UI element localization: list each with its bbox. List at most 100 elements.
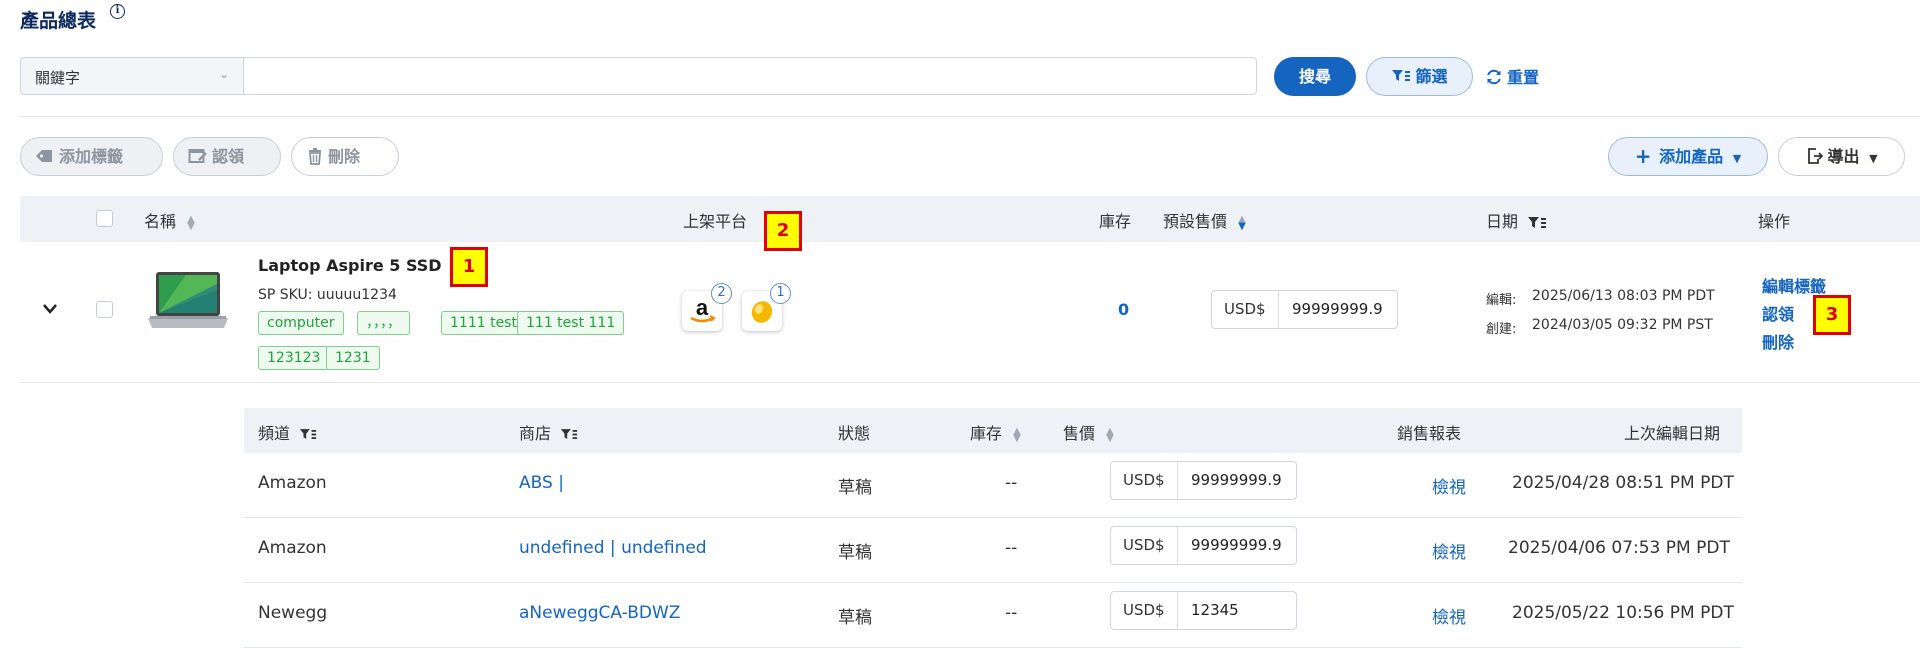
- product-tag: 1111 test: [441, 311, 526, 335]
- filter-icon: [1392, 70, 1411, 81]
- export-icon: [1808, 148, 1824, 164]
- product-name[interactable]: Laptop Aspire 5 SSD: [258, 256, 442, 275]
- sub-column-header-channel[interactable]: 頻道: [258, 420, 317, 444]
- export-label: 導出: [1827, 147, 1860, 166]
- select-all-checkbox[interactable]: [96, 210, 113, 227]
- column-header-platform: 上架平台: [683, 212, 748, 231]
- view-report-link[interactable]: 檢視: [1432, 473, 1466, 498]
- sub-column-header-last-edit: 上次編輯日期: [1624, 424, 1721, 443]
- reset-button[interactable]: 重置: [1485, 64, 1539, 88]
- search-input[interactable]: [244, 57, 1257, 95]
- filter-icon: [1528, 216, 1547, 228]
- sub-column-header-store[interactable]: 商店: [519, 420, 578, 444]
- column-header-default-price[interactable]: 預設售價 ▲ ▼: [1163, 208, 1246, 232]
- store-link[interactable]: undefined | undefined: [519, 538, 707, 558]
- page-title: 產品總表: [20, 10, 97, 32]
- search-field-select[interactable]: 關鍵字 ⌄: [20, 57, 244, 95]
- claim-link[interactable]: 認領: [1762, 301, 1794, 325]
- export-button[interactable]: 導出 ▼: [1778, 137, 1905, 176]
- add-product-button[interactable]: + 添加產品 ▼: [1608, 137, 1768, 176]
- table-header: [20, 196, 1920, 242]
- filter-button[interactable]: 篩選: [1366, 57, 1473, 96]
- sub-column-header-stock-label: 庫存: [970, 424, 1003, 443]
- search-button[interactable]: 搜尋: [1274, 57, 1356, 96]
- claim-button[interactable]: 認領: [173, 137, 281, 176]
- column-header-default-price-label: 預設售價: [1163, 212, 1228, 231]
- annotation-marker: 3: [1813, 295, 1851, 335]
- last-edit-cell: 2025/05/22 10:56 PM PDT: [1512, 603, 1734, 623]
- created-date: 2024/03/05 09:32 PM PST: [1532, 317, 1713, 333]
- status-cell: 草稿: [838, 543, 872, 563]
- add-tag-label: 添加標籤: [59, 147, 124, 166]
- column-header-stock: 庫存: [1099, 212, 1132, 231]
- status-cell: 草稿: [838, 608, 872, 628]
- info-icon[interactable]: i: [110, 4, 125, 19]
- status-cell: 草稿: [838, 478, 872, 498]
- stock-value[interactable]: 0: [1118, 300, 1129, 319]
- sort-icon: ▲ ▼: [1013, 425, 1021, 444]
- stock-cell: --: [1005, 538, 1018, 558]
- platform-count-badge: 2: [711, 283, 732, 304]
- edit-tags-link[interactable]: 編輯標籤: [1762, 273, 1826, 297]
- plus-icon: +: [1634, 144, 1652, 168]
- chevron-down-icon: ⌄: [218, 67, 229, 81]
- expand-row-icon[interactable]: [42, 300, 58, 319]
- sub-column-header-price[interactable]: 售價 ▲ ▼: [1063, 420, 1114, 444]
- view-report-link[interactable]: 檢視: [1432, 538, 1466, 563]
- stock-cell: --: [1005, 473, 1018, 493]
- currency-label: USD$: [1111, 527, 1178, 564]
- edited-date: 2025/06/13 08:03 PM PDT: [1532, 288, 1715, 304]
- view-report-link[interactable]: 檢視: [1432, 603, 1466, 628]
- product-image[interactable]: [146, 270, 230, 334]
- filter-button-label: 篩選: [1415, 67, 1448, 86]
- product-tag: ，，，，: [357, 311, 410, 335]
- price-value: 99999999.9: [1191, 471, 1282, 489]
- platform-count-badge: 1: [770, 283, 791, 304]
- sub-column-header-store-label: 商店: [519, 424, 552, 443]
- refresh-icon: [1487, 69, 1501, 85]
- product-tag: 123123: [258, 346, 330, 370]
- created-label: 創建:: [1486, 322, 1517, 337]
- trash-icon: [309, 148, 321, 165]
- delete-link[interactable]: 刪除: [1762, 329, 1794, 353]
- claim-icon: [188, 149, 207, 163]
- sort-icon: ▲ ▼: [1106, 425, 1114, 444]
- add-tag-button[interactable]: 添加標籤: [20, 137, 163, 176]
- row-checkbox[interactable]: [96, 301, 113, 318]
- price-input[interactable]: USD$ 99999999.9: [1110, 526, 1297, 565]
- sub-column-header-channel-label: 頻道: [258, 424, 291, 443]
- sub-column-header-report: 銷售報表: [1397, 424, 1462, 443]
- sort-icon: ▲ ▼: [1238, 213, 1246, 232]
- stock-cell: --: [1005, 603, 1018, 623]
- price-input[interactable]: USD$ 12345: [1110, 591, 1297, 630]
- column-header-date[interactable]: 日期: [1486, 208, 1547, 232]
- claim-label: 認領: [212, 147, 245, 166]
- channel-cell: Newegg: [258, 603, 328, 623]
- last-edit-cell: 2025/04/06 07:53 PM PDT: [1508, 538, 1730, 558]
- product-sku: SP SKU: uuuuu1234: [258, 287, 397, 303]
- add-product-label: 添加產品: [1659, 147, 1724, 166]
- row-divider: [20, 382, 1920, 383]
- store-link[interactable]: ABS |: [519, 473, 564, 493]
- product-tag: 111 test 111: [517, 311, 625, 335]
- price-value: 99999999.9: [1191, 536, 1282, 554]
- last-edit-cell: 2025/04/28 08:51 PM PDT: [1512, 473, 1734, 493]
- reset-button-label: 重置: [1507, 68, 1540, 87]
- svg-text:a: a: [696, 295, 709, 320]
- sub-column-header-status: 狀態: [838, 424, 871, 443]
- default-price-input[interactable]: USD$ 99999999.9: [1211, 290, 1398, 329]
- price-value: 12345: [1191, 601, 1239, 619]
- search-field-select-label: 關鍵字: [35, 69, 81, 87]
- delete-button[interactable]: 刪除: [291, 137, 399, 176]
- column-header-name-label: 名稱: [144, 212, 177, 231]
- delete-label: 刪除: [328, 147, 361, 166]
- column-header-date-label: 日期: [1486, 212, 1519, 231]
- store-link[interactable]: aNeweggCA-BDWZ: [519, 603, 680, 623]
- currency-label: USD$: [1111, 592, 1178, 629]
- price-input[interactable]: USD$ 99999999.9: [1110, 461, 1297, 500]
- sub-column-header-stock[interactable]: 庫存 ▲ ▼: [970, 420, 1021, 444]
- column-header-actions: 操作: [1758, 212, 1791, 231]
- filter-icon: [300, 429, 317, 439]
- currency-label: USD$: [1111, 462, 1178, 499]
- column-header-name[interactable]: 名稱 ▲ ▼: [144, 208, 195, 232]
